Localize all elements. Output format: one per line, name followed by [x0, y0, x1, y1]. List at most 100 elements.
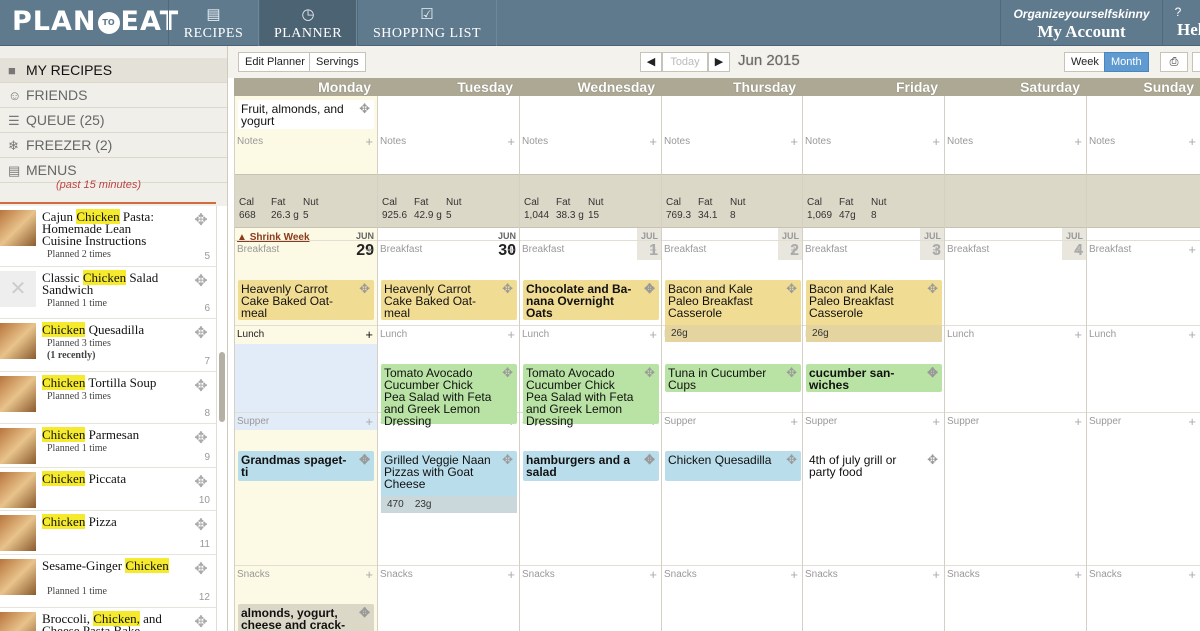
drag-move-icon[interactable]: ✥ — [502, 366, 513, 379]
add-breakfast-icon[interactable]: + — [365, 243, 373, 256]
drag-move-icon[interactable]: ✥ — [927, 282, 938, 295]
recipe-title[interactable]: Sesame-Ginger Chicken — [42, 558, 172, 573]
breakfast-slot-label[interactable]: Breakfast + — [235, 243, 377, 256]
recipe-list-item[interactable]: ✕ Classic Chicken Salad Sandwich Planned 1… — [0, 267, 216, 319]
add-snacks-icon[interactable]: + — [790, 568, 798, 581]
add-note-icon[interactable]: + — [932, 135, 940, 148]
add-breakfast-icon[interactable]: + — [1188, 243, 1196, 256]
add-snacks-icon[interactable]: + — [649, 568, 657, 581]
snacks-slot-label[interactable]: Snacks + — [1087, 568, 1200, 581]
meal-card[interactable]: 4th of july grill or party food ✥ — [806, 451, 942, 481]
meal-card[interactable]: Heavenly Carrot Cake Baked Oat-meal ✥ — [381, 280, 517, 320]
breakfast-slot-label[interactable]: Breakfast + — [803, 243, 944, 256]
sidebar-item-friends[interactable]: ☺ FRIENDS — [0, 83, 227, 108]
meal-card[interactable]: Tomato Avocado Cucumber Chick Pea Salad … — [523, 364, 659, 427]
notes-label[interactable]: Notes + — [378, 135, 519, 148]
add-supper-icon[interactable]: + — [1188, 415, 1196, 428]
add-lunch-icon[interactable]: + — [507, 328, 515, 341]
meal-card[interactable]: Chicken Quesadilla ✥ — [665, 451, 801, 481]
add-note-icon[interactable]: + — [1188, 135, 1196, 148]
nav-shopping-list[interactable]: ☑ SHOPPING LIST — [357, 0, 497, 46]
print-icon[interactable]: ⎙ — [1160, 52, 1188, 72]
meal-card[interactable]: Chocolate and Ba-nana Overnight Oats ✥ — [523, 280, 659, 320]
plan-to-eat-logo[interactable]: PLAN TO EAT — [12, 6, 179, 40]
lunch-slot-label[interactable]: Lunch + — [945, 328, 1086, 341]
drag-move-icon[interactable]: ✥ — [927, 453, 938, 466]
recipe-title[interactable]: Broccoli, Chicken, and Cheese Pasta Bake — [42, 611, 172, 631]
recipe-title[interactable]: Classic Chicken Salad Sandwich — [42, 270, 172, 296]
drag-move-icon[interactable]: ✥ — [192, 614, 210, 631]
add-supper-icon[interactable]: + — [790, 415, 798, 428]
sidebar-item-freezer[interactable]: ❄ FREEZER (2) — [0, 133, 227, 158]
sidebar-item-queue[interactable]: ☰ QUEUE (25) — [0, 108, 227, 133]
add-lunch-icon[interactable]: + — [649, 328, 657, 341]
supper-slot-label[interactable]: Supper + — [235, 415, 377, 428]
breakfast-slot-label[interactable]: Breakfast + — [520, 243, 661, 256]
meal-card[interactable]: Grilled Veggie Naan Pizzas with Goat Che… — [381, 451, 517, 513]
meal-card[interactable]: cucumber san-wiches ✥ — [806, 364, 942, 392]
drag-move-icon[interactable]: ✥ — [359, 102, 370, 115]
scroll-thumb[interactable] — [219, 352, 225, 422]
breakfast-slot-label[interactable]: Breakfast + — [945, 243, 1086, 256]
drag-move-icon[interactable]: ✥ — [644, 453, 655, 466]
snacks-slot-label[interactable]: Snacks + — [662, 568, 802, 581]
supper-slot-label[interactable]: Supper + — [1087, 415, 1200, 428]
add-breakfast-icon[interactable]: + — [790, 243, 798, 256]
drag-move-icon[interactable]: ✥ — [192, 212, 210, 230]
drag-move-icon[interactable]: ✥ — [359, 282, 370, 295]
notes-label[interactable]: Notes + — [662, 135, 802, 148]
recipe-list-item[interactable]: Chicken Tortilla Soup Planned 3 times 8 ✥ — [0, 372, 216, 424]
drag-move-icon[interactable]: ✥ — [192, 517, 210, 535]
supper-slot-label[interactable]: Supper + — [662, 415, 802, 428]
breakfast-slot-label[interactable]: Breakfast + — [378, 243, 519, 256]
help-button[interactable]: ? Help — [1162, 0, 1200, 46]
add-note-icon[interactable]: + — [507, 135, 515, 148]
add-breakfast-icon[interactable]: + — [507, 243, 515, 256]
add-snacks-icon[interactable]: + — [932, 568, 940, 581]
my-account-button[interactable]: Organizeyourselfskinny My Account — [1000, 0, 1162, 46]
supper-slot-label[interactable]: Supper + — [803, 415, 944, 428]
notes-label[interactable]: Notes + — [235, 135, 377, 148]
drag-move-icon[interactable]: ✥ — [192, 474, 210, 492]
drag-move-icon[interactable]: ✥ — [786, 366, 797, 379]
meal-card[interactable]: Bacon and Kale Paleo Breakfast Casserole… — [806, 280, 942, 342]
recipe-title[interactable]: Chicken Pizza — [42, 514, 172, 529]
recipe-list-item[interactable]: Broccoli, Chicken, and Cheese Pasta Bake… — [0, 608, 216, 631]
drag-move-icon[interactable]: ✥ — [192, 561, 210, 579]
lunch-slot-label[interactable]: Lunch + — [235, 328, 377, 341]
notes-label[interactable]: Notes + — [520, 135, 661, 148]
snacks-slot-label[interactable]: Snacks + — [235, 568, 377, 581]
recipe-list-item[interactable]: Chicken Parmesan Planned 1 time 9 ✥ — [0, 424, 216, 468]
snacks-slot-label[interactable]: Snacks + — [945, 568, 1086, 581]
more-button[interactable] — [1192, 52, 1200, 72]
drag-move-icon[interactable]: ✥ — [192, 325, 210, 343]
recipe-list-item[interactable]: Sesame-Ginger Chicken Planned 1 time 12 ✥ — [0, 555, 216, 608]
add-note-icon[interactable]: + — [790, 135, 798, 148]
add-snacks-icon[interactable]: + — [1188, 568, 1196, 581]
drag-move-icon[interactable]: ✥ — [644, 366, 655, 379]
drag-move-icon[interactable]: ✥ — [502, 453, 513, 466]
add-breakfast-icon[interactable]: + — [649, 243, 657, 256]
supper-slot-label[interactable]: Supper + — [945, 415, 1086, 428]
snacks-slot-label[interactable]: Snacks + — [803, 568, 944, 581]
servings-button[interactable]: Servings — [309, 52, 366, 72]
snacks-slot-label[interactable]: Snacks + — [378, 568, 519, 581]
drag-move-icon[interactable]: ✥ — [192, 273, 210, 291]
add-note-icon[interactable]: + — [365, 135, 373, 148]
lunch-slot-label[interactable]: Lunch + — [378, 328, 519, 341]
add-note-icon[interactable]: + — [649, 135, 657, 148]
drag-move-icon[interactable]: ✥ — [927, 366, 938, 379]
add-snacks-icon[interactable]: + — [365, 568, 373, 581]
recipe-list-item[interactable]: Chicken Pizza 11 ✥ — [0, 511, 216, 555]
prev-arrow-icon[interactable]: ◀ — [640, 52, 662, 72]
drag-move-icon[interactable]: ✥ — [192, 430, 210, 448]
drag-move-icon[interactable]: ✥ — [786, 282, 797, 295]
lunch-slot-label[interactable]: Lunch + — [520, 328, 661, 341]
drag-move-icon[interactable]: ✥ — [192, 378, 210, 396]
recipe-title[interactable]: Chicken Parmesan — [42, 427, 172, 442]
nav-recipes[interactable]: ▤ RECIPES — [168, 0, 259, 46]
lunch-slot-label[interactable]: Lunch + — [1087, 328, 1200, 341]
recipe-title[interactable]: Chicken Tortilla Soup — [42, 375, 172, 390]
week-view-button[interactable]: Week — [1064, 52, 1106, 72]
recipe-list-item[interactable]: Chicken Quesadilla Planned 3 times (1 rece… — [0, 319, 216, 372]
